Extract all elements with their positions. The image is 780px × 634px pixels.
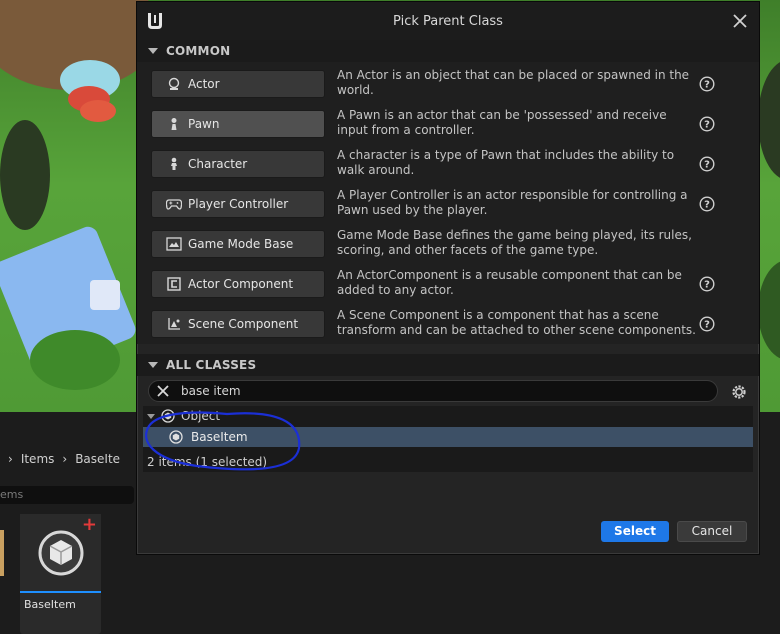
dialog-titlebar[interactable]: Pick Parent Class (137, 2, 759, 40)
asset-name: BaseItem (24, 598, 76, 611)
scene-component-icon (166, 316, 182, 332)
pawn-label: Pawn (188, 117, 220, 131)
collapse-triangle-icon (148, 48, 158, 54)
common-row-scene-component: Scene Component A Scene Component is a c… (137, 302, 759, 342)
gear-icon[interactable] (730, 383, 748, 401)
tree-label-baseitem: BaseItem (191, 430, 248, 444)
help-icon[interactable]: ? (699, 116, 715, 132)
common-header-label: COMMON (166, 44, 231, 58)
svg-text:?: ? (704, 120, 710, 131)
actor-button[interactable]: Actor (151, 70, 325, 98)
asset-type-bar (20, 591, 101, 593)
chevron-right-icon: › (62, 452, 68, 466)
tree-row-baseitem[interactable]: BaseItem (143, 427, 753, 447)
class-search-input[interactable]: base item (148, 380, 718, 402)
svg-text:?: ? (704, 200, 710, 211)
collapse-triangle-icon (148, 362, 158, 368)
character-button[interactable]: Character (151, 150, 325, 178)
common-class-list: Actor An Actor is an object that can be … (137, 62, 759, 344)
grass (30, 330, 120, 390)
class-search-row: base item (137, 376, 759, 406)
actor-description: An Actor is an object that can be placed… (337, 68, 690, 97)
folder-tab[interactable] (0, 530, 4, 576)
actor-component-icon (166, 276, 182, 292)
tree-row-object[interactable]: Object (143, 406, 753, 426)
new-asset-plus-icon: + (81, 514, 97, 535)
svg-text:?: ? (704, 280, 710, 291)
actor-label: Actor (188, 77, 220, 91)
common-row-player-controller: Player Controller A Player Controller is… (137, 182, 759, 222)
content-search-text: ems (0, 488, 24, 501)
scene-component-description: A Scene Component is a component that ha… (337, 308, 696, 337)
common-row-pawn: Pawn A Pawn is an actor that can be 'pos… (137, 102, 759, 142)
character-label: Character (188, 157, 248, 171)
object-class-icon (161, 409, 175, 423)
common-row-character: Character A character is a type of Pawn … (137, 142, 759, 182)
player-controller-label: Player Controller (188, 197, 289, 211)
pick-parent-class-dialog: Pick Parent Class COMMON Actor An Actor … (136, 1, 760, 555)
game-mode-base-button[interactable]: Game Mode Base (151, 230, 325, 258)
help-icon[interactable]: ? (699, 76, 715, 92)
common-section-header[interactable]: COMMON (137, 40, 759, 62)
asset-tile-baseitem[interactable]: + BaseItem (20, 514, 101, 634)
clear-search-icon[interactable] (155, 383, 171, 399)
dialog-title: Pick Parent Class (393, 14, 503, 29)
character-description: A character is a type of Pawn that inclu… (337, 148, 675, 177)
bush (758, 260, 780, 360)
help-icon[interactable]: ? (699, 156, 715, 172)
character-icon (166, 156, 182, 172)
gamepad-icon (166, 196, 182, 212)
game-mode-base-description: Game Mode Base defines the game being pl… (337, 228, 692, 257)
actor-component-description: An ActorComponent is a reusable componen… (337, 268, 682, 297)
item-count: 2 items (1 selected) (147, 455, 268, 469)
scene-component-label: Scene Component (188, 317, 299, 331)
close-icon[interactable] (731, 12, 749, 30)
help-icon[interactable]: ? (699, 316, 715, 332)
common-row-actor-component: Actor Component An ActorComponent is a r… (137, 262, 759, 302)
player-controller-button[interactable]: Player Controller (151, 190, 325, 218)
common-row-game-mode-base: Game Mode Base Game Mode Base defines th… (137, 222, 759, 262)
all-classes-section-header[interactable]: ALL CLASSES (137, 354, 759, 376)
svg-text:?: ? (704, 80, 710, 91)
cancel-button[interactable]: Cancel (677, 521, 747, 542)
class-search-text: base item (181, 384, 241, 398)
help-icon[interactable]: ? (699, 196, 715, 212)
bush (0, 120, 50, 230)
pawn-description: A Pawn is an actor that can be 'possesse… (337, 108, 667, 137)
object-class-icon (169, 430, 183, 444)
cube-icon (38, 530, 83, 575)
chevron-right-icon: › (8, 452, 13, 466)
help-icon[interactable]: ? (699, 276, 715, 292)
expand-arrow-icon[interactable] (147, 413, 155, 419)
mushroom-cap (80, 100, 116, 122)
svg-text:?: ? (704, 160, 710, 171)
prop-detail (90, 280, 120, 310)
pawn-icon (166, 116, 182, 132)
common-row-actor: Actor An Actor is an object that can be … (137, 62, 759, 102)
bush (758, 60, 780, 180)
game-mode-base-label: Game Mode Base (188, 237, 294, 251)
scene-component-button[interactable]: Scene Component (151, 310, 325, 338)
breadcrumb-items[interactable]: Items (21, 452, 55, 466)
game-mode-icon (166, 236, 182, 252)
breadcrumb-baseitem[interactable]: BaseIte (75, 452, 120, 466)
svg-text:?: ? (704, 320, 710, 331)
content-search-input[interactable]: ems (0, 486, 134, 504)
player-controller-description: A Player Controller is an actor responsi… (337, 188, 688, 217)
actor-component-button[interactable]: Actor Component (151, 270, 325, 298)
pawn-button[interactable]: Pawn (151, 110, 325, 138)
all-classes-header-label: ALL CLASSES (166, 358, 257, 372)
actor-icon (166, 76, 182, 92)
select-button[interactable]: Select (601, 521, 669, 542)
class-tree: Object BaseItem 2 items (1 selected) (143, 406, 753, 472)
tree-label-object: Object (181, 409, 221, 423)
actor-component-label: Actor Component (188, 277, 294, 291)
